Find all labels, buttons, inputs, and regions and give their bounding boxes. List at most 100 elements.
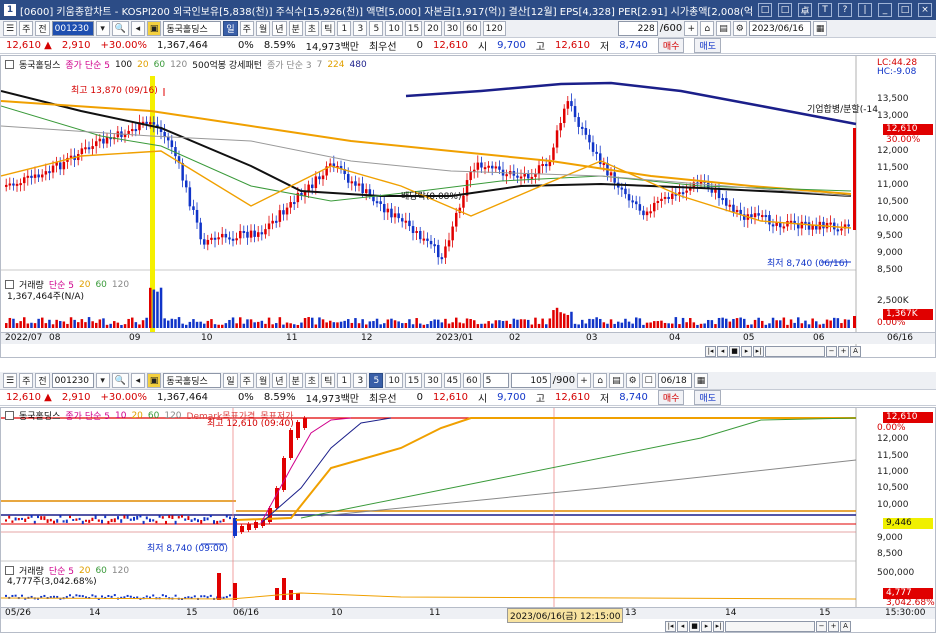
period-tick[interactable]: 틱 xyxy=(321,373,336,388)
zoom-in-icon[interactable]: + xyxy=(838,345,849,357)
scrollbar[interactable] xyxy=(765,345,825,357)
zoom-in-icon[interactable]: + xyxy=(577,373,592,388)
mode-select[interactable]: 주 xyxy=(19,373,34,388)
sell-button[interactable]: 매도 xyxy=(694,390,721,405)
zoom-out-icon[interactable]: − xyxy=(826,345,837,357)
top-price-chart[interactable] xyxy=(1,56,936,346)
period-60[interactable]: 60 xyxy=(463,373,481,388)
zoom-in-icon[interactable]: + xyxy=(684,21,699,36)
bottom-chart-panel[interactable]: 동국홀딩스 종가 단순 5 10 20 60 120 Demark목표가격 목표… xyxy=(0,407,936,633)
view-select[interactable]: 전 xyxy=(35,21,50,36)
scroll-next-icon[interactable]: ▸ xyxy=(701,620,712,632)
scroll-next-icon[interactable]: ▸ xyxy=(741,345,752,357)
interval-select[interactable]: 5 xyxy=(482,373,509,388)
period-5[interactable]: 5 xyxy=(369,373,384,388)
text-tool-button[interactable]: T xyxy=(818,3,832,17)
calendar-icon[interactable]: ▦ xyxy=(812,21,828,36)
period-year[interactable]: 년 xyxy=(272,21,287,36)
window-button[interactable]: □ xyxy=(758,3,772,17)
font-size-icon[interactable]: A xyxy=(840,620,851,632)
checkbox-icon[interactable]: ☐ xyxy=(641,373,656,388)
top-chart-panel[interactable]: 동국홀딩스 종가 단순 5 100 20 60 120 500억봉 강세패턴 종… xyxy=(0,55,936,358)
date-input[interactable]: 2023/06/16 xyxy=(748,21,811,36)
period-120[interactable]: 120 xyxy=(482,21,506,36)
calendar-icon[interactable]: ▦ xyxy=(693,373,709,388)
scroll-pause-icon[interactable]: ■ xyxy=(729,345,740,357)
period-1[interactable]: 1 xyxy=(337,21,352,36)
period-minute[interactable]: 분 xyxy=(288,21,303,36)
volume-toggle-icon[interactable] xyxy=(5,280,14,289)
period-20[interactable]: 20 xyxy=(424,21,442,36)
lock-icon[interactable]: ⌂ xyxy=(593,373,608,388)
zoom-in-icon[interactable]: + xyxy=(828,620,839,632)
period-3[interactable]: 3 xyxy=(353,21,368,36)
menu-icon[interactable]: ☰ xyxy=(3,373,18,388)
dropdown-icon[interactable]: ▾ xyxy=(95,373,110,388)
period-30[interactable]: 30 xyxy=(424,373,442,388)
count-input[interactable]: 105 xyxy=(510,373,551,388)
settings-icon[interactable]: ⚙ xyxy=(625,373,640,388)
period-second[interactable]: 초 xyxy=(304,21,320,36)
period-day[interactable]: 일 xyxy=(223,21,238,36)
period-10[interactable]: 10 xyxy=(385,373,403,388)
stock-code-input[interactable]: 001230 xyxy=(51,373,94,388)
speaker-icon[interactable]: ◂ xyxy=(130,373,145,388)
date-input[interactable]: 06/18 xyxy=(657,373,692,388)
period-week[interactable]: 주 xyxy=(239,21,254,36)
menu-icon[interactable]: ☰ xyxy=(3,21,18,36)
close-button[interactable]: × xyxy=(918,3,932,17)
lock-icon[interactable]: ⌂ xyxy=(700,21,715,36)
scroll-last-icon[interactable]: ▸| xyxy=(753,345,764,357)
period-day[interactable]: 일 xyxy=(223,373,238,388)
search-icon[interactable]: 🔍 xyxy=(111,21,129,36)
buy-button[interactable]: 매수 xyxy=(657,390,685,405)
font-size-icon[interactable]: A xyxy=(850,345,861,357)
period-minute[interactable]: 분 xyxy=(288,373,303,388)
period-45[interactable]: 45 xyxy=(443,373,462,388)
bottom-price-chart[interactable] xyxy=(1,408,936,608)
search-icon[interactable]: 🔍 xyxy=(111,373,129,388)
top-scroll-controls[interactable]: |◂ ◂ ■ ▸ ▸| − + A xyxy=(705,345,935,357)
favorite-icon[interactable]: ▣ xyxy=(146,373,162,388)
legend-toggle-icon[interactable] xyxy=(5,411,14,420)
scroll-first-icon[interactable]: |◂ xyxy=(705,345,716,357)
period-week[interactable]: 주 xyxy=(239,373,254,388)
scroll-prev-icon[interactable]: ◂ xyxy=(677,620,688,632)
period-1[interactable]: 1 xyxy=(337,373,352,388)
favorite-icon[interactable]: ▣ xyxy=(146,21,162,36)
period-second[interactable]: 초 xyxy=(304,373,320,388)
sell-button[interactable]: 매도 xyxy=(694,38,721,53)
scroll-prev-icon[interactable]: ◂ xyxy=(717,345,728,357)
period-month[interactable]: 월 xyxy=(255,373,271,388)
bottom-scroll-controls[interactable]: |◂ ◂ ■ ▸ ▸| − + A xyxy=(665,620,935,632)
window-button[interactable]: 卓 xyxy=(798,3,812,17)
scrollbar[interactable] xyxy=(725,620,815,632)
speaker-icon[interactable]: ◂ xyxy=(130,21,145,36)
scroll-first-icon[interactable]: |◂ xyxy=(665,620,676,632)
period-15[interactable]: 15 xyxy=(404,373,423,388)
period-30[interactable]: 30 xyxy=(443,21,462,36)
period-10[interactable]: 10 xyxy=(385,21,403,36)
zoom-out-icon[interactable]: − xyxy=(816,620,827,632)
save-icon[interactable]: ▤ xyxy=(609,373,624,388)
help-button[interactable]: ? xyxy=(838,3,852,17)
buy-button[interactable]: 매수 xyxy=(657,38,685,53)
scroll-pause-icon[interactable]: ■ xyxy=(689,620,700,632)
count-input[interactable]: 228 xyxy=(617,21,658,36)
window-button[interactable]: □ xyxy=(778,3,792,17)
maximize-button[interactable]: □ xyxy=(898,3,912,17)
period-60[interactable]: 60 xyxy=(463,21,481,36)
settings-icon[interactable]: ⚙ xyxy=(732,21,747,36)
view-select[interactable]: 전 xyxy=(35,373,50,388)
stock-code-input[interactable]: 001230 xyxy=(51,21,94,36)
period-3[interactable]: 3 xyxy=(353,373,368,388)
dropdown-icon[interactable]: ▾ xyxy=(95,21,110,36)
period-month[interactable]: 월 xyxy=(255,21,271,36)
period-15[interactable]: 15 xyxy=(404,21,423,36)
period-tick[interactable]: 틱 xyxy=(321,21,336,36)
legend-toggle-icon[interactable] xyxy=(5,60,14,69)
scroll-last-icon[interactable]: ▸| xyxy=(713,620,724,632)
period-year[interactable]: 년 xyxy=(272,373,287,388)
minimize-button[interactable]: _ xyxy=(878,3,892,17)
period-5[interactable]: 5 xyxy=(369,21,384,36)
